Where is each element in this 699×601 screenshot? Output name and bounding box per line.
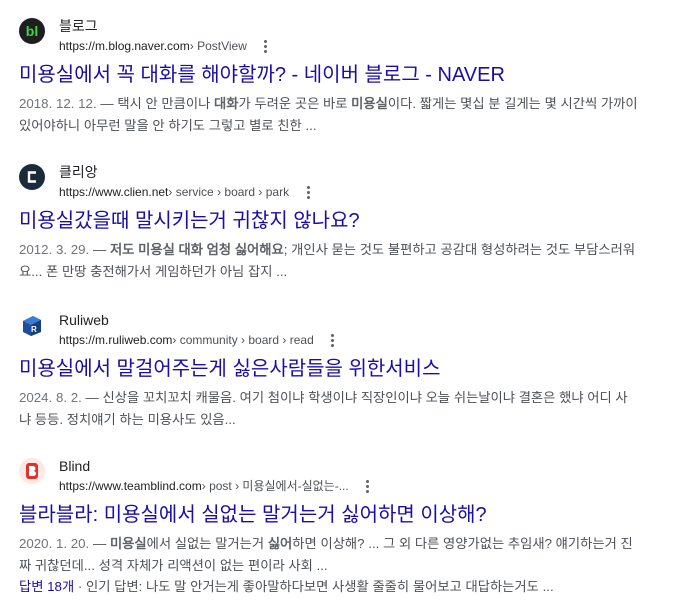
site-header[interactable]: Blind https://www.teamblind.com › post ›… [19, 457, 681, 497]
more-options-icon[interactable] [326, 331, 340, 349]
blind-favicon-icon [19, 458, 45, 484]
url-breadcrumb: https://www.teamblind.com › post › 미용실에서… [59, 477, 375, 495]
site-header[interactable]: bl 블로그 https://m.blog.naver.com › PostVi… [19, 17, 681, 57]
url-host: https://m.blog.naver.com [59, 39, 190, 53]
result-date: 2012. 3. 29. [19, 242, 90, 257]
result-snippet: 2012. 3. 29. — 저도 미용실 대화 엄청 싫어해요; 개인사 묻는… [19, 242, 636, 279]
result-snippet: 2018. 12. 12. — 택시 안 만큼이나 대화가 두려운 곳은 바로 … [19, 96, 638, 133]
url-path: › community › board › read [172, 333, 314, 347]
url-path: › post › 미용실에서-실없는-... [201, 479, 349, 493]
url-breadcrumb: https://m.ruliweb.com › community › boar… [59, 331, 340, 349]
answers-count-link[interactable]: 답변 18개 [19, 579, 74, 594]
result-date: 2020. 1. 20. [19, 536, 90, 551]
result-date: 2024. 8. 2. [19, 390, 82, 405]
site-name: 클리앙 [59, 164, 98, 180]
answers-line: 답변 18개 · 인기 답변: 나도 말 안거는게 좋아말하다보면 사생활 줄줄… [19, 577, 681, 597]
result-title-link[interactable]: 미용실에서 말걸어주는게 싫은사람들을 위한서비스 [19, 356, 681, 382]
ruliweb-favicon-icon: R [19, 312, 45, 338]
more-options-icon[interactable] [361, 477, 375, 495]
result-snippet: 2020. 1. 20. — 미용실에서 실없는 말거는거 싫어하면 이상해? … [19, 536, 633, 573]
url-host: https://www.teamblind.com [59, 479, 202, 493]
result-title-link[interactable]: 미용실에서 꼭 대화를 해야할까? - 네이버 블로그 - NAVER [19, 62, 681, 88]
search-result: bl 블로그 https://m.blog.naver.com › PostVi… [19, 17, 681, 137]
site-name: Ruliweb [59, 312, 109, 328]
svg-text:R: R [31, 325, 37, 334]
url-breadcrumb: https://m.blog.naver.com › PostView [59, 37, 273, 55]
url-breadcrumb: https://www.clien.net › service › board … [59, 183, 315, 201]
search-result: Blind https://www.teamblind.com › post ›… [19, 457, 681, 597]
search-result: 클리앙 https://www.clien.net › service › bo… [19, 163, 681, 283]
result-snippet: 2024. 8. 2. — 신상을 꼬치꼬치 캐물음. 여기 첨이냐 학생이냐 … [19, 390, 628, 427]
top-answer-text: · 인기 답변: 나도 말 안거는게 좋아말하다보면 사생활 줄줄히 물어보고 … [74, 579, 554, 594]
search-result: R Ruliweb https://m.ruliweb.com › commun… [19, 311, 681, 431]
url-path: › service › board › park [168, 185, 290, 199]
url-host: https://m.ruliweb.com [59, 333, 173, 347]
clien-favicon-icon [19, 164, 45, 190]
more-options-icon[interactable] [301, 183, 315, 201]
site-header[interactable]: R Ruliweb https://m.ruliweb.com › commun… [19, 311, 681, 351]
url-host: https://www.clien.net [59, 185, 169, 199]
site-name: Blind [59, 458, 91, 474]
naver-blog-favicon-icon: bl [19, 18, 45, 44]
result-date: 2018. 12. 12. [19, 96, 97, 111]
site-name: 블로그 [59, 18, 98, 34]
more-options-icon[interactable] [259, 37, 273, 55]
site-header[interactable]: 클리앙 https://www.clien.net › service › bo… [19, 163, 681, 203]
result-title-link[interactable]: 블라블라: 미용실에서 실없는 말거는거 싫어하면 이상해? [19, 502, 681, 528]
result-title-link[interactable]: 미용실갔을때 말시키는거 귀찮지 않나요? [19, 208, 681, 234]
url-path: › PostView [189, 39, 247, 53]
